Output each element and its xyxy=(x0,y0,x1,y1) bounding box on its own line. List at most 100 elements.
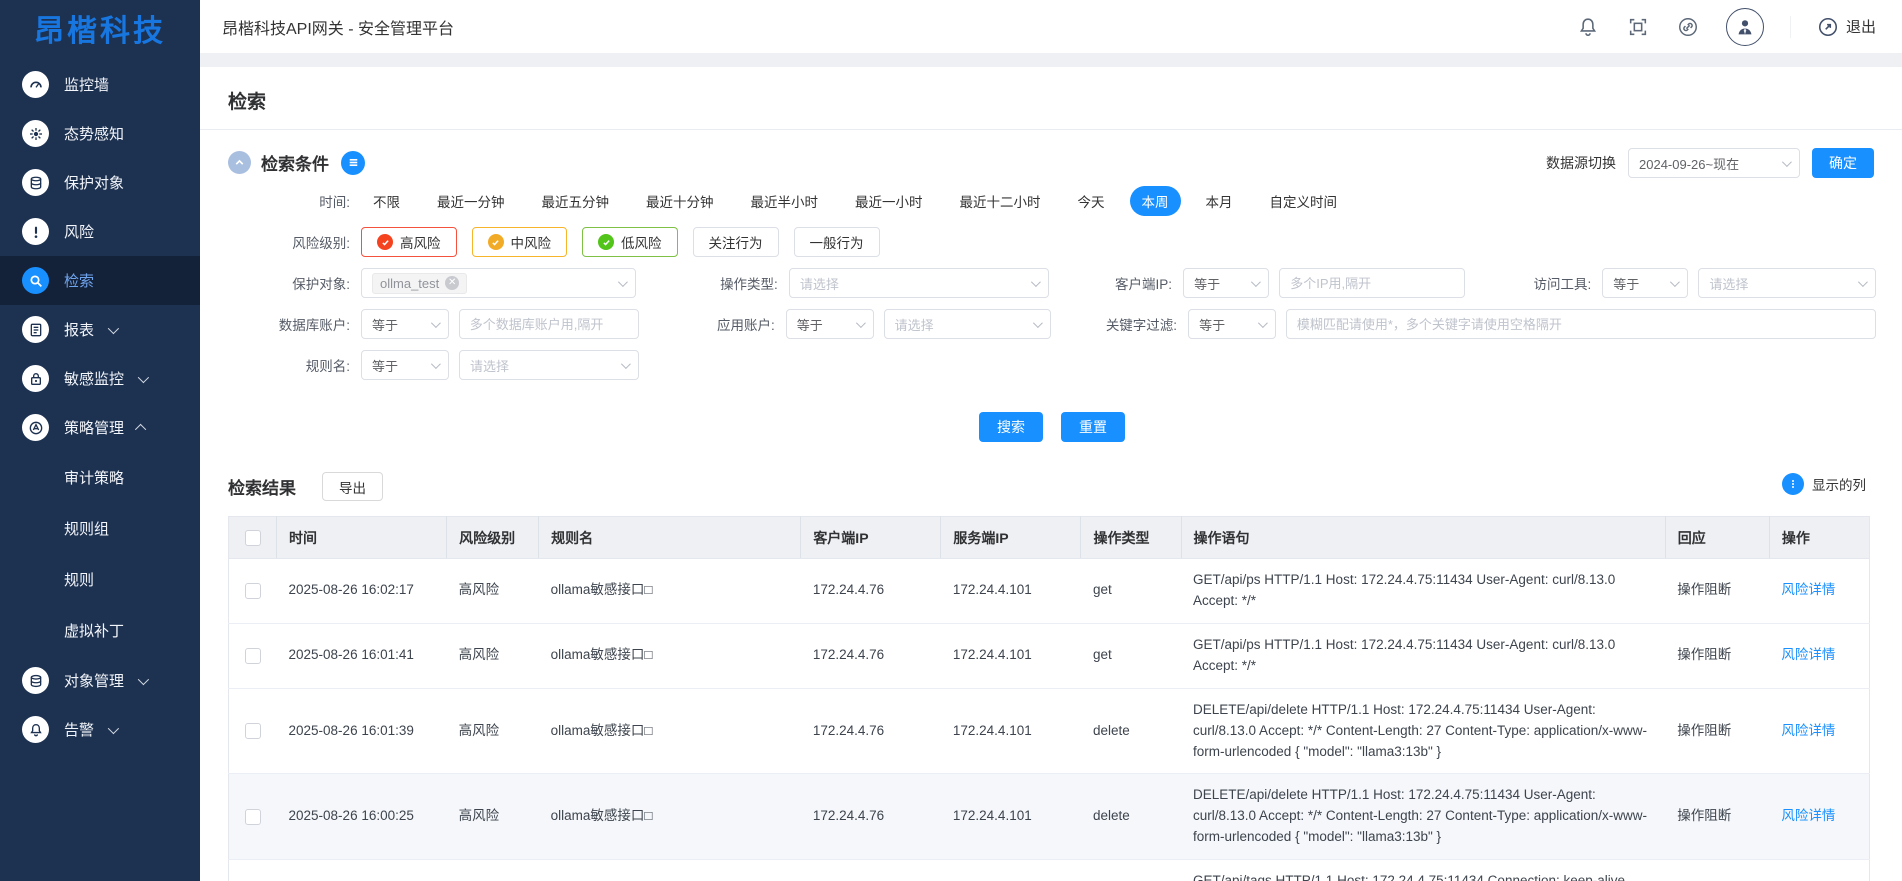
sidebar-subitem-rules[interactable]: 规则 xyxy=(0,554,200,605)
sidebar-subitem-rule-group[interactable]: 规则组 xyxy=(0,503,200,554)
app-account-operator-select[interactable]: 等于 xyxy=(786,309,874,339)
filter-menu-icon[interactable] xyxy=(341,151,365,175)
col-header-op-type[interactable]: 操作类型 xyxy=(1081,517,1181,559)
chevron-down-icon xyxy=(1858,277,1868,287)
time-option[interactable]: 最近五分钟 xyxy=(530,186,622,216)
access-tool-operator-select[interactable]: 等于 xyxy=(1602,268,1688,298)
db-account-operator-select[interactable]: 等于 xyxy=(361,309,449,339)
user-avatar[interactable] xyxy=(1726,8,1764,46)
collapse-up-icon[interactable] xyxy=(228,151,251,174)
time-filter-row: 时间: 不限 最近一分钟 最近五分钟 最近十分钟 最近半小时 最近一小时 最近十… xyxy=(228,186,1876,216)
fullscreen-icon[interactable] xyxy=(1626,15,1650,39)
chevron-down-icon xyxy=(1251,277,1261,287)
cell-op-type: delete xyxy=(1081,774,1181,860)
col-header-client-ip[interactable]: 客户端IP xyxy=(801,517,941,559)
sidebar-item-situation[interactable]: 态势感知 xyxy=(0,109,200,158)
time-option-selected[interactable]: 本周 xyxy=(1130,186,1181,216)
op-type-select[interactable]: 请选择 xyxy=(789,268,1049,298)
sidebar-item-alerts[interactable]: 告警 xyxy=(0,705,200,754)
protect-object-select[interactable]: ollma_test✕ xyxy=(361,268,636,298)
datasource-confirm-button[interactable]: 确定 xyxy=(1812,148,1874,178)
keyword-operator-select[interactable]: 等于 xyxy=(1188,309,1276,339)
keyword-input[interactable] xyxy=(1286,309,1876,339)
table-row[interactable]: 2025-08-25 11:15:20 高风险 ollama敏感接口□ 172.… xyxy=(229,860,1870,881)
search-button[interactable]: 搜索 xyxy=(979,412,1043,442)
access-tool-select[interactable]: 请选择 xyxy=(1698,268,1876,298)
risk-detail-link[interactable]: 风险详情 xyxy=(1781,808,1835,823)
risk-detail-link[interactable]: 风险详情 xyxy=(1781,723,1835,738)
col-header-time[interactable]: 时间 xyxy=(277,517,447,559)
sidebar-item-protected-objects[interactable]: 保护对象 xyxy=(0,158,200,207)
reset-button[interactable]: 重置 xyxy=(1061,412,1125,442)
time-option[interactable]: 本月 xyxy=(1194,186,1245,216)
col-header-risk[interactable]: 风险级别 xyxy=(447,517,539,559)
col-header-rule[interactable]: 规则名 xyxy=(539,517,801,559)
row-checkbox[interactable] xyxy=(245,809,261,825)
client-ip-operator-select[interactable]: 等于 xyxy=(1183,268,1269,298)
row-checkbox[interactable] xyxy=(245,648,261,664)
sidebar-subitem-virtual-patch[interactable]: 虚拟补丁 xyxy=(0,605,200,656)
cell-client-ip: 172.24.4.76 xyxy=(801,559,941,624)
operator-value: 等于 xyxy=(1199,315,1225,334)
logout-button[interactable]: 退出 xyxy=(1790,16,1876,38)
rule-name-operator-select[interactable]: 等于 xyxy=(361,350,449,380)
row-checkbox[interactable] xyxy=(245,583,261,599)
db-account-input[interactable] xyxy=(459,309,639,339)
sidebar-subitem-label: 规则组 xyxy=(64,518,109,539)
col-header-response[interactable]: 回应 xyxy=(1665,517,1769,559)
row-checkbox[interactable] xyxy=(245,723,261,739)
access-tool-label: 访问工具: xyxy=(1465,273,1591,293)
link-icon[interactable] xyxy=(1676,15,1700,39)
sidebar-subitem-audit-policy[interactable]: 审计策略 xyxy=(0,452,200,503)
sidebar-item-sensitive-monitor[interactable]: 敏感监控 xyxy=(0,354,200,403)
time-option[interactable]: 最近一小时 xyxy=(843,186,935,216)
time-option[interactable]: 最近一分钟 xyxy=(425,186,517,216)
tag-close-icon[interactable]: ✕ xyxy=(445,276,459,290)
rule-name-select[interactable]: 请选择 xyxy=(459,350,639,380)
show-columns-toggle[interactable]: 显示的列 xyxy=(1782,473,1866,495)
col-header-statement[interactable]: 操作语句 xyxy=(1181,517,1665,559)
table-header-row: 时间 风险级别 规则名 客户端IP 服务端IP 操作类型 操作语句 回应 操作 xyxy=(229,517,1870,559)
risk-high-button[interactable]: 高风险 xyxy=(361,227,457,257)
time-option[interactable]: 今天 xyxy=(1066,186,1117,216)
watch-behavior-button[interactable]: 关注行为 xyxy=(693,227,779,257)
col-header-server-ip[interactable]: 服务端IP xyxy=(941,517,1081,559)
risk-label: 风险级别: xyxy=(228,232,350,252)
time-option[interactable]: 最近十二小时 xyxy=(948,186,1053,216)
notification-bell-icon[interactable] xyxy=(1576,15,1600,39)
table-row[interactable]: 2025-08-26 16:01:39 高风险 ollama敏感接口□ 172.… xyxy=(229,688,1870,774)
risk-medium-button[interactable]: 中风险 xyxy=(472,227,568,257)
app-account-select[interactable]: 请选择 xyxy=(884,309,1052,339)
time-option[interactable]: 最近半小时 xyxy=(739,186,831,216)
sidebar-nav: 监控墙 态势感知 保护对象 风险 检索 报表 xyxy=(0,60,200,754)
risk-detail-link[interactable]: 风险详情 xyxy=(1781,647,1835,662)
datasource-select[interactable]: 2024-09-26~现在 xyxy=(1628,148,1800,178)
col-header-action[interactable]: 操作 xyxy=(1769,517,1869,559)
table-row[interactable]: 2025-08-26 16:01:41 高风险 ollama敏感接口□ 172.… xyxy=(229,623,1870,688)
general-behavior-button[interactable]: 一般行为 xyxy=(794,227,880,257)
time-option[interactable]: 最近十分钟 xyxy=(634,186,726,216)
time-option[interactable]: 自定义时间 xyxy=(1258,186,1350,216)
risk-low-button[interactable]: 低风险 xyxy=(582,227,678,257)
chevron-down-icon xyxy=(1670,277,1680,287)
chevron-down-icon xyxy=(431,359,441,369)
sidebar-item-risk[interactable]: 风险 xyxy=(0,207,200,256)
sidebar-item-reports[interactable]: 报表 xyxy=(0,305,200,354)
select-all-checkbox[interactable] xyxy=(245,530,261,546)
show-columns-label: 显示的列 xyxy=(1812,474,1866,494)
table-row[interactable]: 2025-08-26 16:00:25 高风险 ollama敏感接口□ 172.… xyxy=(229,774,1870,860)
sidebar-item-object-management[interactable]: 对象管理 xyxy=(0,656,200,705)
export-button[interactable]: 导出 xyxy=(322,472,383,501)
cell-server-ip: 172.24.4.101 xyxy=(941,623,1081,688)
time-option[interactable]: 不限 xyxy=(361,186,412,216)
database-icon xyxy=(22,169,49,196)
sidebar-item-policy-management[interactable]: 策略管理 xyxy=(0,403,200,452)
chevron-down-icon xyxy=(856,318,866,328)
client-ip-input[interactable] xyxy=(1279,268,1465,298)
table-row[interactable]: 2025-08-26 16:02:17 高风险 ollama敏感接口□ 172.… xyxy=(229,559,1870,624)
cell-time: 2025-08-26 16:01:39 xyxy=(277,688,447,774)
sidebar-item-search[interactable]: 检索 xyxy=(0,256,200,305)
policy-submenu: 审计策略 规则组 规则 虚拟补丁 xyxy=(0,452,200,656)
risk-detail-link[interactable]: 风险详情 xyxy=(1781,582,1835,597)
sidebar-item-monitor-wall[interactable]: 监控墙 xyxy=(0,60,200,109)
